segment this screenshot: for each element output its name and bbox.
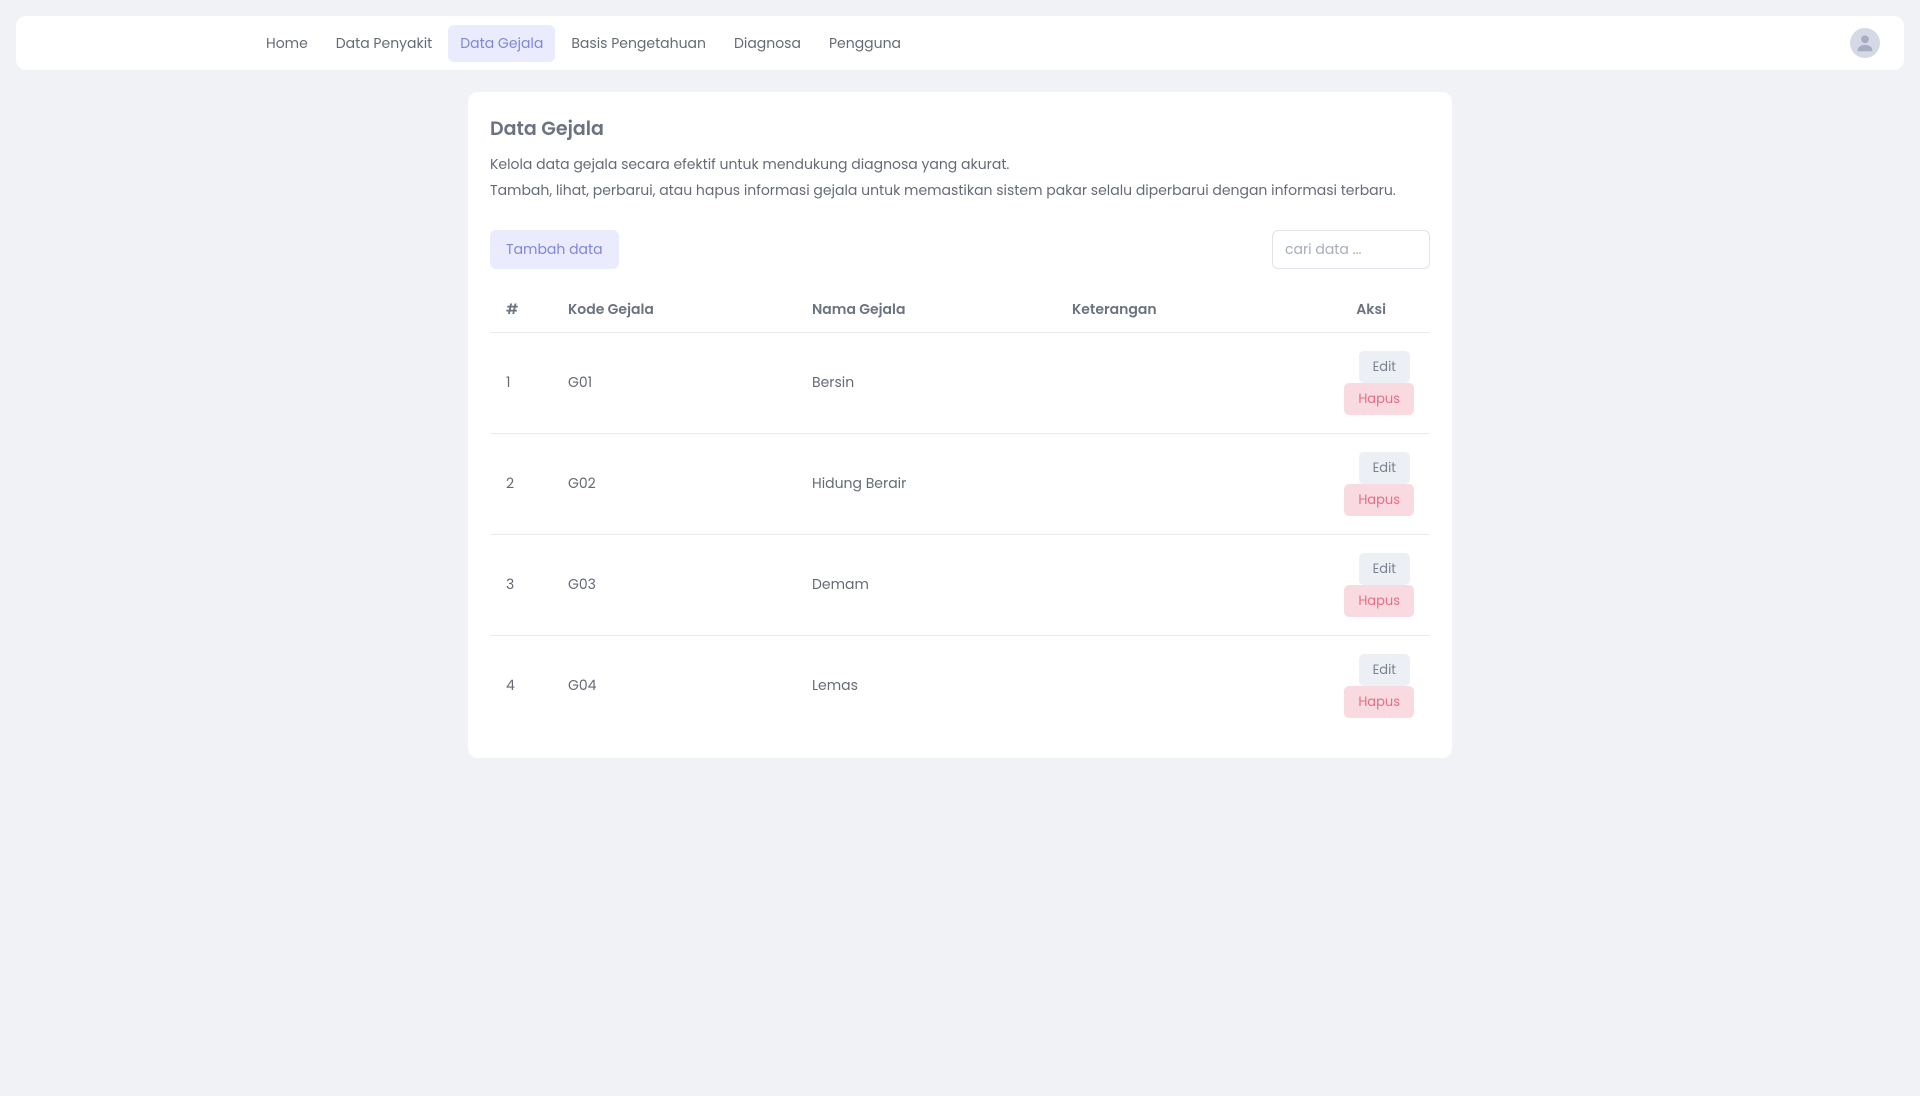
nav-link-diagnosa[interactable]: Diagnosa [722, 25, 813, 62]
cell-nama: Lemas [796, 635, 1056, 736]
cell-keterangan [1056, 332, 1296, 433]
content-card: Data Gejala Kelola data gejala secara ef… [468, 92, 1452, 758]
cell-aksi: EditHapus [1296, 332, 1430, 433]
nav-link-data-penyakit[interactable]: Data Penyakit [324, 25, 445, 62]
table-row: 4G04Lemas EditHapus [490, 635, 1430, 736]
edit-button[interactable]: Edit [1359, 452, 1410, 484]
cell-keterangan [1056, 534, 1296, 635]
edit-button[interactable]: Edit [1359, 654, 1410, 686]
th-kode: Kode Gejala [552, 287, 796, 333]
cell-keterangan [1056, 433, 1296, 534]
navbar: HomeData PenyakitData GejalaBasis Penget… [16, 16, 1904, 70]
delete-button[interactable]: Hapus [1344, 484, 1414, 516]
nav-link-basis-pengetahuan[interactable]: Basis Pengetahuan [559, 25, 718, 62]
add-data-button[interactable]: Tambah data [490, 230, 619, 269]
cell-kode: G03 [552, 534, 796, 635]
cell-nama: Hidung Berair [796, 433, 1056, 534]
table-row: 2G02Hidung Berair EditHapus [490, 433, 1430, 534]
cell-number: 2 [490, 433, 552, 534]
cell-nama: Bersin [796, 332, 1056, 433]
th-nama: Nama Gejala [796, 287, 1056, 333]
cell-number: 1 [490, 332, 552, 433]
page-description-line1: Kelola data gejala secara efektif untuk … [490, 153, 1430, 175]
cell-aksi: EditHapus [1296, 534, 1430, 635]
th-keterangan: Keterangan [1056, 287, 1296, 333]
nav-link-data-gejala[interactable]: Data Gejala [448, 25, 555, 62]
delete-button[interactable]: Hapus [1344, 383, 1414, 415]
nav-items: HomeData PenyakitData GejalaBasis Penget… [254, 25, 913, 62]
table-row: 3G03Demam EditHapus [490, 534, 1430, 635]
cell-kode: G02 [552, 433, 796, 534]
nav-link-home[interactable]: Home [254, 25, 320, 62]
th-number: # [490, 287, 552, 333]
avatar-menu[interactable] [1850, 28, 1880, 58]
delete-button[interactable]: Hapus [1344, 686, 1414, 718]
edit-button[interactable]: Edit [1359, 351, 1410, 383]
cell-number: 3 [490, 534, 552, 635]
data-table: # Kode Gejala Nama Gejala Keterangan Aks… [490, 287, 1430, 736]
toolbar: Tambah data [490, 230, 1430, 269]
th-aksi: Aksi [1296, 287, 1430, 333]
search-input[interactable] [1272, 230, 1430, 269]
edit-button[interactable]: Edit [1359, 553, 1410, 585]
cell-aksi: EditHapus [1296, 433, 1430, 534]
cell-aksi: EditHapus [1296, 635, 1430, 736]
page-title: Data Gejala [490, 114, 1430, 143]
cell-keterangan [1056, 635, 1296, 736]
nav-link-pengguna[interactable]: Pengguna [817, 25, 913, 62]
cell-kode: G01 [552, 332, 796, 433]
cell-nama: Demam [796, 534, 1056, 635]
cell-kode: G04 [552, 635, 796, 736]
avatar-icon [1854, 32, 1876, 54]
page-description-line2: Tambah, lihat, perbarui, atau hapus info… [490, 179, 1430, 201]
delete-button[interactable]: Hapus [1344, 585, 1414, 617]
table-row: 1G01Bersin EditHapus [490, 332, 1430, 433]
cell-number: 4 [490, 635, 552, 736]
